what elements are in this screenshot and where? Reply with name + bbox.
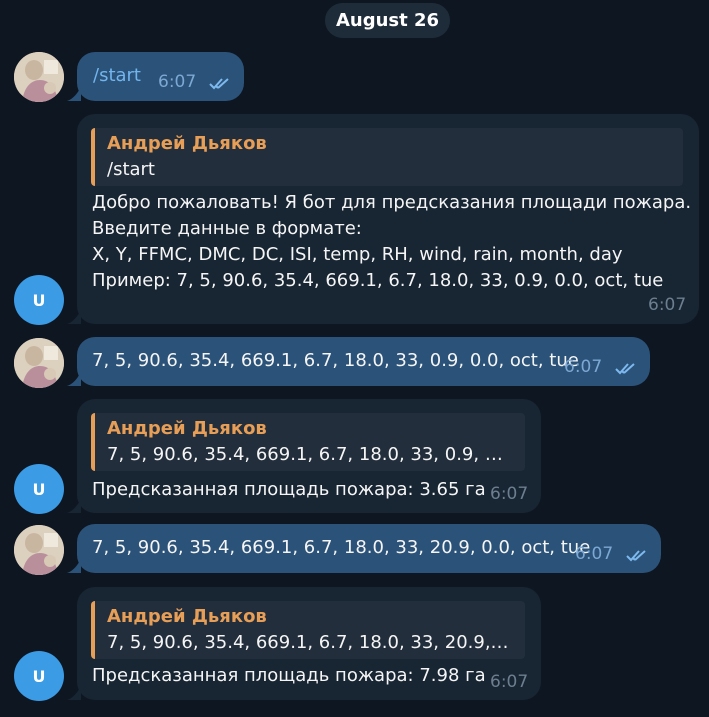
message-time: 6:07 bbox=[490, 484, 529, 504]
message-line: Добро пожаловать! Я бот для предсказания… bbox=[92, 192, 692, 213]
message-bubble-outgoing[interactable]: 7, 5, 90.6, 35.4, 669.1, 6.7, 18.0, 33, … bbox=[67, 524, 661, 573]
reply-quote[interactable]: Андрей Дьяков 7, 5, 90.6, 35.4, 669.1, 6… bbox=[91, 601, 525, 659]
message-time: 6:07 bbox=[564, 357, 603, 377]
bot-avatar[interactable]: U bbox=[14, 464, 64, 514]
message-bubble-incoming[interactable]: Андрей Дьяков /start Добро пожаловать! Я… bbox=[67, 114, 699, 324]
user-avatar[interactable] bbox=[14, 338, 64, 388]
message-text: 7, 5, 90.6, 35.4, 669.1, 6.7, 18.0, 33, … bbox=[92, 537, 591, 558]
reply-quote[interactable]: Андрей Дьяков /start bbox=[91, 128, 683, 186]
quote-text: 7, 5, 90.6, 35.4, 669.1, 6.7, 18.0, 33, … bbox=[107, 444, 512, 465]
bot-avatar[interactable]: U bbox=[14, 275, 64, 325]
date-separator: August 26 bbox=[325, 3, 450, 38]
message-time: 6:07 bbox=[158, 72, 197, 92]
message-bubble-incoming[interactable]: Андрей Дьяков 7, 5, 90.6, 35.4, 669.1, 6… bbox=[67, 587, 541, 700]
message-line: X, Y, FFMC, DMC, DC, ISI, temp, RH, wind… bbox=[92, 244, 623, 265]
message-time: 6:07 bbox=[648, 295, 687, 315]
message-bubble-incoming[interactable]: Андрей Дьяков 7, 5, 90.6, 35.4, 669.1, 6… bbox=[67, 399, 541, 513]
double-check-icon bbox=[615, 363, 635, 375]
double-check-icon bbox=[209, 78, 229, 90]
message-time: 6:07 bbox=[575, 544, 614, 564]
message-line: Пример: 7, 5, 90.6, 35.4, 669.1, 6.7, 18… bbox=[92, 270, 664, 291]
command-link[interactable]: /start bbox=[93, 65, 141, 86]
message-text: Предсказанная площадь пожара: 7.98 га bbox=[92, 665, 486, 686]
user-avatar[interactable] bbox=[14, 525, 64, 575]
user-avatar[interactable] bbox=[14, 52, 64, 102]
quote-author: Андрей Дьяков bbox=[107, 133, 267, 154]
quote-author: Андрей Дьяков bbox=[107, 418, 267, 439]
double-check-icon bbox=[626, 550, 646, 562]
quote-text: 7, 5, 90.6, 35.4, 669.1, 6.7, 18.0, 33, … bbox=[107, 632, 512, 653]
reply-quote[interactable]: Андрей Дьяков 7, 5, 90.6, 35.4, 669.1, 6… bbox=[91, 413, 525, 471]
message-text: 7, 5, 90.6, 35.4, 669.1, 6.7, 18.0, 33, … bbox=[92, 350, 579, 371]
message-line: Введите данные в формате: bbox=[92, 218, 362, 239]
quote-author: Андрей Дьяков bbox=[107, 606, 267, 627]
message-text: Добро пожаловать! Я бот для предсказания… bbox=[92, 190, 691, 294]
quote-text: /start bbox=[107, 159, 155, 180]
bot-avatar[interactable]: U bbox=[14, 651, 64, 701]
message-bubble-outgoing[interactable]: /start 6:07 bbox=[67, 52, 244, 101]
message-time: 6:07 bbox=[490, 672, 529, 692]
message-bubble-outgoing[interactable]: 7, 5, 90.6, 35.4, 669.1, 6.7, 18.0, 33, … bbox=[67, 337, 650, 386]
message-text: Предсказанная площадь пожара: 3.65 га bbox=[92, 479, 486, 500]
